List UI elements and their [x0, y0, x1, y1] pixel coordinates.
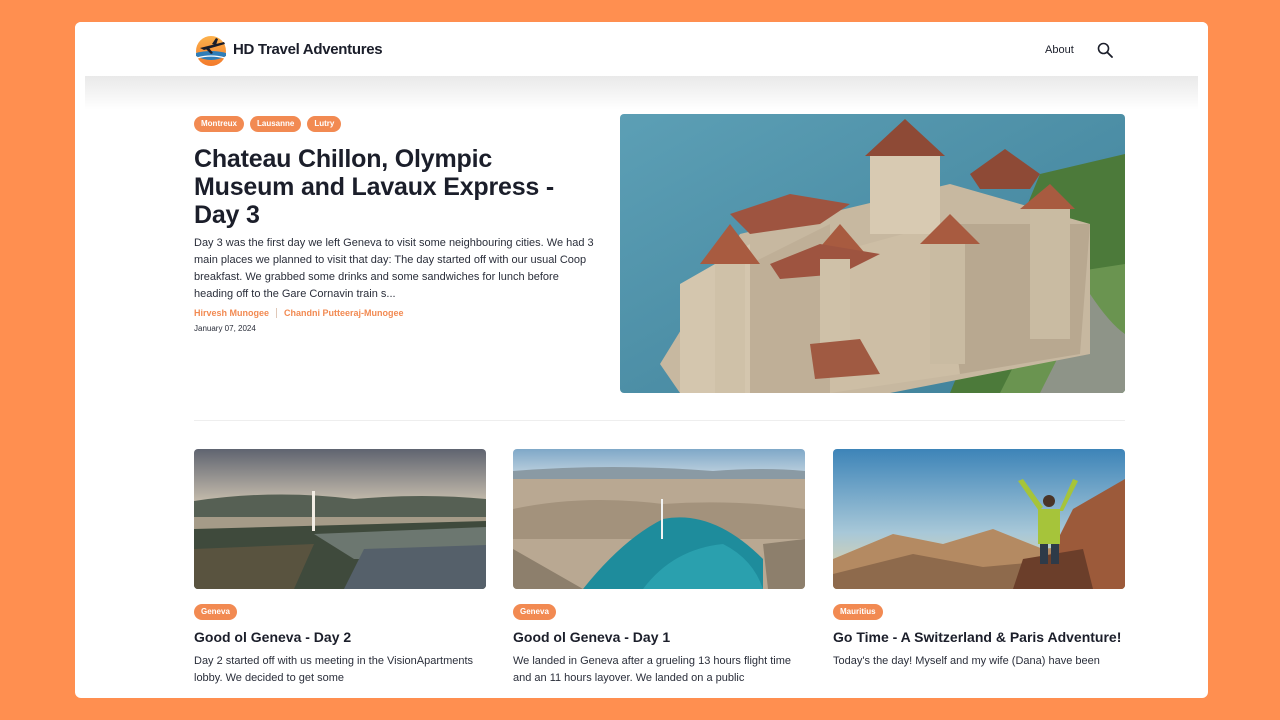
site-title[interactable]: HD Travel Adventures	[233, 41, 383, 58]
card-excerpt: We landed in Geneva after a grueling 13 …	[513, 655, 792, 684]
hero-tags: Montreux Lausanne Lutry	[194, 116, 342, 132]
hero-post-title[interactable]: Chateau Chillon, Olympic Museum and Lava…	[194, 145, 594, 229]
card-tag[interactable]: Geneva	[513, 604, 556, 620]
section-divider	[194, 420, 1125, 421]
tag-montreux[interactable]: Montreux	[194, 116, 244, 132]
browser-page: HD Travel Adventures About Montreux Laus…	[75, 22, 1208, 698]
search-icon[interactable]	[1097, 42, 1113, 58]
hero-post-date: January 07, 2024	[194, 324, 256, 333]
post-card-image[interactable]	[513, 449, 805, 589]
post-card[interactable]: Geneva Good ol Geneva - Day 2 Day 2 star…	[194, 449, 486, 687]
card-tag[interactable]: Geneva	[194, 604, 237, 620]
post-card[interactable]: Geneva Good ol Geneva - Day 1 We landed …	[513, 449, 805, 687]
author-separator	[276, 308, 278, 318]
hero-authors: Hirvesh Munogee Chandni Putteeraj-Munoge…	[194, 308, 404, 318]
header-shadow	[85, 76, 1198, 110]
hero-post-image[interactable]	[620, 114, 1125, 393]
tag-lutry[interactable]: Lutry	[307, 116, 342, 132]
author-link[interactable]: Hirvesh Munogee	[194, 308, 269, 318]
card-excerpt: Day 2 started off with us meeting in the…	[194, 655, 474, 684]
post-card-image[interactable]	[833, 449, 1125, 589]
card-tag[interactable]: Mauritius	[833, 604, 883, 620]
tag-lausanne[interactable]: Lausanne	[250, 116, 302, 132]
nav-about-link[interactable]: About	[1045, 44, 1074, 56]
site-header: HD Travel Adventures About	[75, 22, 1208, 76]
card-title[interactable]: Good ol Geneva - Day 1	[513, 628, 805, 647]
brand-logo-icon[interactable]	[194, 34, 228, 68]
hero-post-excerpt: Day 3 was the first day we left Geneva t…	[194, 237, 594, 300]
card-title[interactable]: Go Time - A Switzerland & Paris Adventur…	[833, 628, 1125, 647]
post-card[interactable]: Mauritius Go Time - A Switzerland & Pari…	[833, 449, 1125, 670]
author-link[interactable]: Chandni Putteeraj-Munogee	[284, 308, 404, 318]
card-title[interactable]: Good ol Geneva - Day 2	[194, 628, 486, 647]
post-card-image[interactable]	[194, 449, 486, 589]
card-excerpt: Today's the day! Myself and my wife (Dan…	[833, 655, 1100, 667]
